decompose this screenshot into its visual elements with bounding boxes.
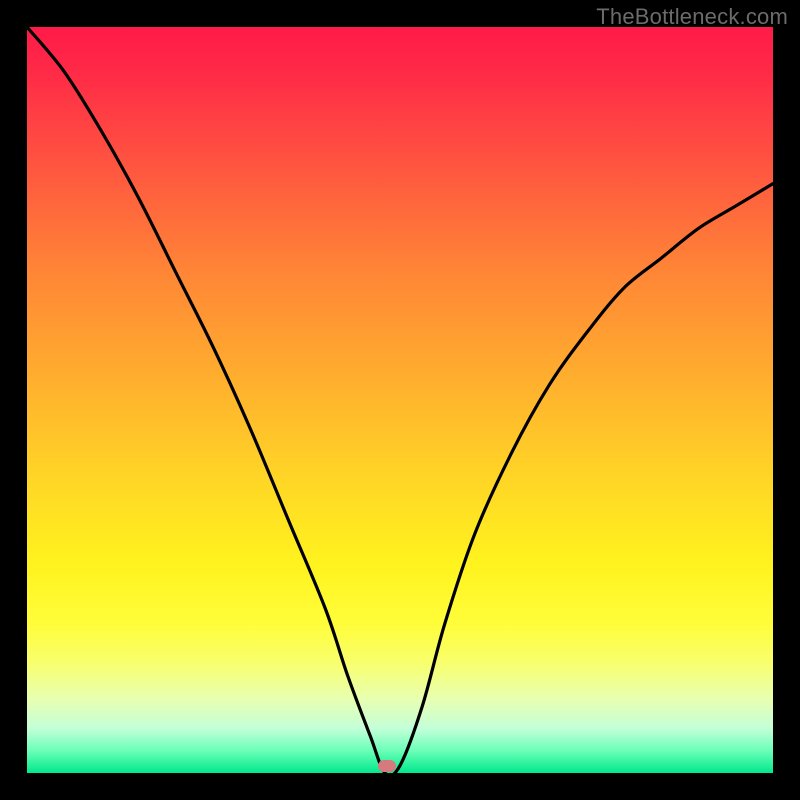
bottleneck-curve xyxy=(27,27,773,773)
minimum-marker xyxy=(378,760,396,772)
plot-area xyxy=(27,27,773,773)
watermark-text: TheBottleneck.com xyxy=(596,4,788,30)
